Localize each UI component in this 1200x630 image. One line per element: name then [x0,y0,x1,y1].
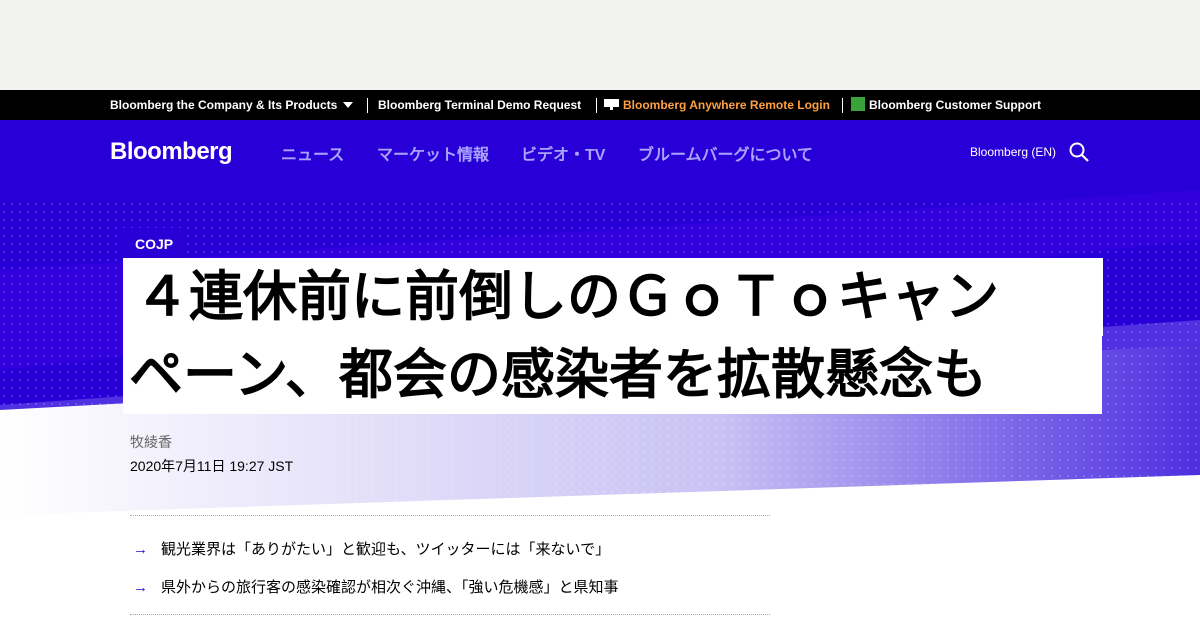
nav-item-video-tv[interactable]: ビデオ・TV [521,141,605,165]
help-icon [851,97,865,111]
publish-date: 2020年7月11日 19:27 JST [130,458,294,474]
top-utility-bar: Bloomberg the Company & Its Products Blo… [0,90,1200,120]
search-icon[interactable] [1069,142,1089,162]
monitor-icon [604,99,619,110]
headline-line-1: ４連休前に前倒しのＧｏＴｏキャン [123,258,1103,336]
anywhere-login-link[interactable]: Bloomberg Anywhere Remote Login [604,90,830,120]
nav-item-markets[interactable]: マーケット情報 [377,141,489,165]
arrow-right-icon: → [133,541,148,558]
arrow-right-icon: → [133,579,148,596]
summary-bullet: → 観光業界は「ありがたい」と歓迎も、ツイッターには「来ないで」 [133,538,610,559]
divider [596,98,597,113]
category-tag[interactable]: COJP [123,228,186,258]
ad-banner-area [0,0,1200,90]
author-name[interactable]: 牧綾香 [130,432,172,452]
nav-item-about[interactable]: ブルームバーグについて [638,141,813,165]
summary-text: 観光業界は「ありがたい」と歓迎も、ツイッターには「来ないで」 [161,541,611,558]
company-products-label: Bloomberg the Company & Its Products [110,98,338,112]
terminal-demo-link[interactable]: Bloomberg Terminal Demo Request [378,90,581,120]
divider [367,98,368,113]
headline-line-2: ペーン、都会の感染者を拡散懸念も [123,336,1102,414]
nav-item-news[interactable]: ニュース [281,141,344,165]
divider [842,98,843,113]
chevron-down-icon [343,102,354,108]
customer-support-link[interactable]: Bloomberg Customer Support [851,90,1041,120]
bloomberg-logo[interactable]: Bloomberg [110,138,233,166]
language-link[interactable]: Bloomberg (EN) [970,145,1056,159]
summary-text: 県外からの旅行客の感染確認が相次ぐ沖縄、「強い危機感」と県知事 [161,579,619,596]
divider [130,614,770,615]
divider [130,515,770,516]
anywhere-login-label: Bloomberg Anywhere Remote Login [623,98,830,112]
company-products-menu[interactable]: Bloomberg the Company & Its Products [110,90,354,120]
customer-support-label: Bloomberg Customer Support [869,98,1042,112]
summary-bullet: → 県外からの旅行客の感染確認が相次ぐ沖縄、「強い危機感」と県知事 [133,576,619,597]
